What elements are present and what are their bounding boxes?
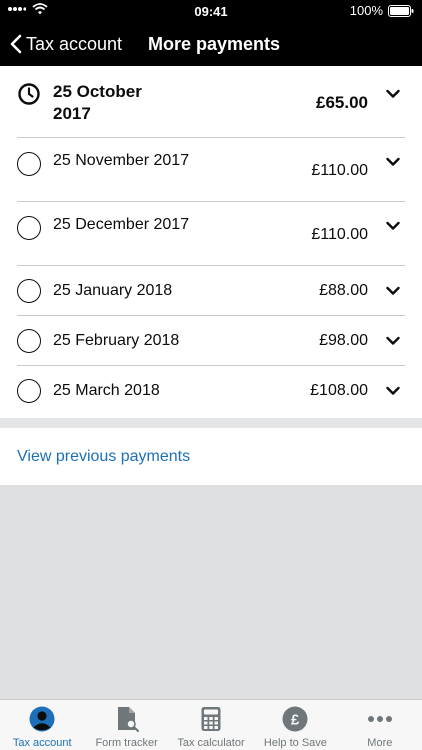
svg-text:£: £ [291,712,300,729]
tab-label: Tax account [12,737,72,749]
more-dots-icon [367,716,392,722]
tab-more[interactable]: More [338,700,422,750]
tab-label: Help to Save [263,737,327,749]
person-icon [29,706,55,732]
calculator-icon [201,707,221,731]
radio-circle-icon [17,329,41,353]
pound-coin-icon: £ [282,706,308,732]
payment-amount: £110.00 [311,226,368,243]
payment-date: 25 October 2017 [53,82,142,123]
payment-date: 25 February 2018 [53,332,180,349]
tab-help-to-save[interactable]: £ Help to Save [253,700,337,750]
payments-list: 25 October 2017 £65.00 25 November 2017 … [0,66,422,418]
tab-bar: Tax account Form tracker Tax calculator … [0,699,422,750]
payment-row[interactable]: 25 November 2017 £110.00 [0,138,422,202]
chevron-down-icon[interactable] [386,157,400,167]
page-title: More payments [148,34,281,54]
back-button-label: Tax account [26,33,123,54]
clock-icon [18,83,40,105]
chevron-left-icon [10,34,22,54]
status-bar: 09:41 100% [0,0,422,22]
back-button[interactable]: Tax account [10,30,122,58]
section-gap [0,418,422,428]
payment-amount: £98.00 [319,332,368,349]
navigation-bar: Tax account More payments [0,22,422,66]
payment-row[interactable]: 25 October 2017 £65.00 [0,66,422,138]
tab-tax-account[interactable]: Tax account [0,700,84,750]
payment-row[interactable]: 25 February 2018 £98.00 [0,316,422,366]
radio-circle-icon [17,152,41,176]
tab-form-tracker[interactable]: Form tracker [84,700,168,750]
radio-circle-icon [17,279,41,303]
view-previous-payments-link[interactable]: View previous payments [17,448,190,466]
payment-date: 25 January 2018 [53,282,173,299]
payment-date: 25 March 2018 [53,382,160,399]
tab-label: More [367,737,393,749]
document-search-icon [117,707,139,732]
radio-circle-icon [17,216,41,240]
previous-payments-section: View previous payments [0,428,422,485]
battery-status: 100% [350,3,414,18]
tab-label: Form tracker [95,737,158,749]
payment-row[interactable]: 25 January 2018 £88.00 [0,266,422,316]
battery-icon [388,4,414,17]
payment-amount: £110.00 [311,162,368,179]
payment-row[interactable]: 25 March 2018 £108.00 [0,366,422,418]
tab-label: Tax calculator [177,737,245,749]
chevron-down-icon[interactable] [386,286,400,296]
payment-date: 25 December 2017 [53,216,190,233]
tab-tax-calculator[interactable]: Tax calculator [169,700,253,750]
payment-amount: £65.00 [316,93,368,112]
chevron-down-icon[interactable] [386,386,400,396]
radio-circle-icon [17,379,41,403]
payment-amount: £88.00 [319,282,368,299]
chevron-down-icon[interactable] [386,336,400,346]
payment-date: 25 November 2017 [53,152,190,169]
chevron-down-icon[interactable] [386,89,400,99]
battery-percent: 100% [349,3,383,18]
payment-row[interactable]: 25 December 2017 £110.00 [0,202,422,266]
chevron-down-icon[interactable] [386,221,400,231]
payment-amount: £108.00 [310,382,368,399]
